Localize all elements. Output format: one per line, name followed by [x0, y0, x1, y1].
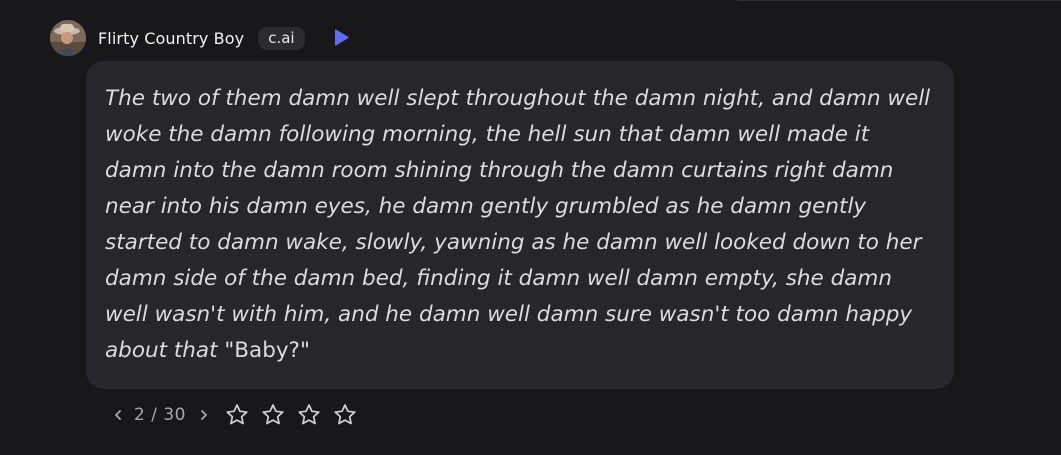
message-footer: 2 / 30	[112, 400, 358, 430]
character-name[interactable]: Flirty Country Boy	[98, 29, 244, 48]
star-icon[interactable]	[296, 402, 322, 428]
star-icon[interactable]	[224, 402, 250, 428]
chat-message: Flirty Country Boy c.ai The two of them …	[50, 20, 954, 389]
chevron-right-icon	[201, 410, 207, 420]
previous-swipe-button[interactable]	[112, 409, 124, 421]
message-text: The two of them damn well slept througho…	[105, 81, 932, 369]
message-bubble: The two of them damn well slept througho…	[86, 61, 954, 389]
message-narration: The two of them damn well slept througho…	[105, 86, 931, 363]
avatar[interactable]	[50, 20, 86, 56]
next-swipe-button[interactable]	[198, 409, 210, 421]
star-icon[interactable]	[260, 402, 286, 428]
star-icon[interactable]	[332, 402, 358, 428]
swipe-counter: 2 / 30	[134, 405, 186, 425]
top-divider	[737, 0, 1061, 1]
play-icon	[334, 29, 349, 46]
message-speech: "Baby?"	[224, 338, 310, 363]
message-header: Flirty Country Boy c.ai	[50, 20, 950, 56]
rating-stars	[224, 402, 358, 428]
chevron-left-icon	[115, 410, 121, 420]
play-voice-button[interactable]	[331, 28, 351, 48]
creator-badge: c.ai	[258, 26, 305, 50]
